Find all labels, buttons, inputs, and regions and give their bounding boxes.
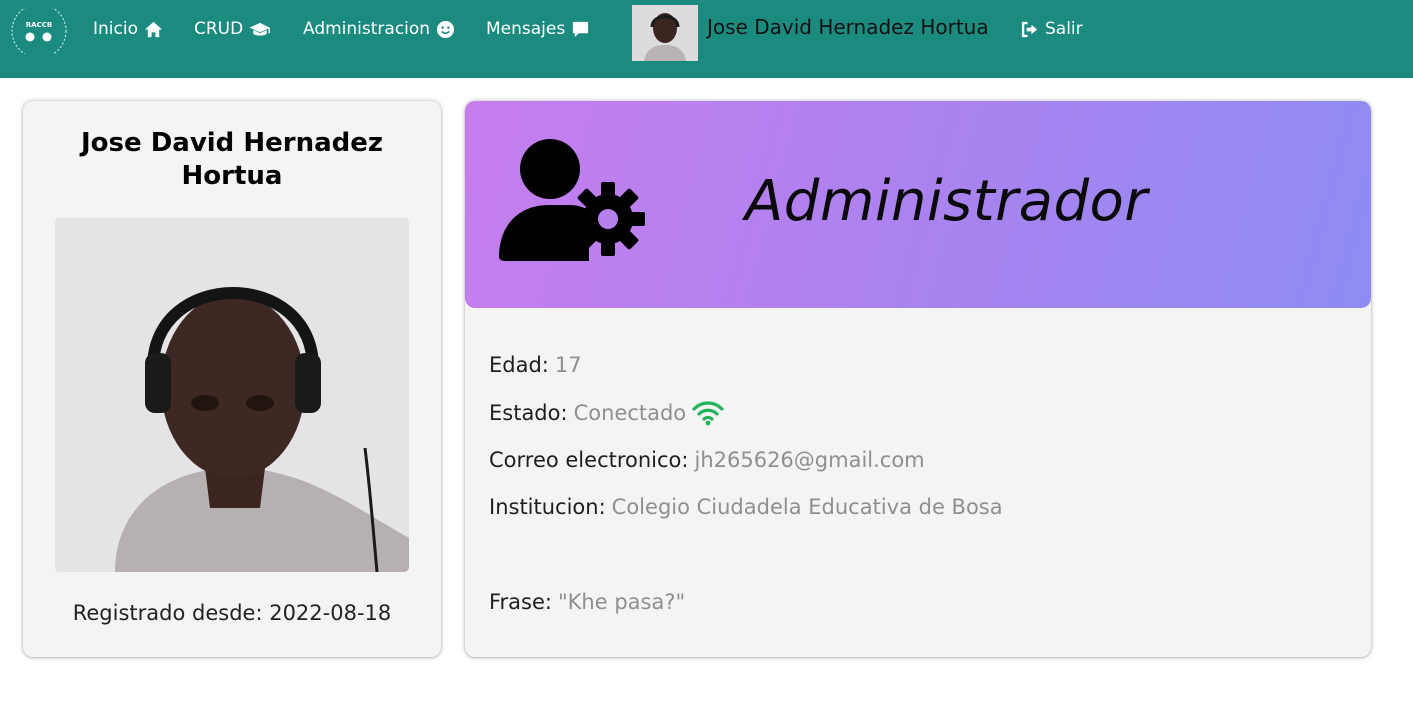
graduation-cap-icon [249, 22, 271, 36]
sign-out-icon [1021, 21, 1038, 37]
email-label: Correo electronico: [489, 448, 689, 472]
institution-label: Institucion: [489, 495, 606, 519]
age-value: 17 [554, 353, 582, 377]
smile-icon [437, 20, 455, 38]
logout-link[interactable]: Salir [1020, 17, 1083, 41]
role-title: Administrador [745, 169, 1148, 234]
registered-since: Registrado desde: 2022-08-18 [23, 601, 441, 625]
status-row: Estado: Conectado [489, 400, 724, 426]
wifi-icon [692, 401, 724, 426]
nav-mensajes-label: Mensajes [486, 19, 566, 39]
raccb-logo[interactable]: RACCB [10, 8, 68, 54]
registered-date: 2022-08-18 [269, 601, 392, 625]
nav-inicio-label: Inicio [93, 19, 138, 39]
profile-card: Jose David Hernadez Hortua Registrado de… [23, 101, 441, 657]
nav-username: Jose David Hernadez Hortua [707, 15, 989, 39]
profile-photo [55, 218, 409, 572]
phrase-value: "Khe pasa?" [558, 590, 686, 614]
svg-text:RACCB: RACCB [26, 21, 52, 29]
logout-label: Salir [1045, 19, 1083, 39]
phrase-row: Frase: "Khe pasa?" [489, 590, 685, 614]
institution-value: Colegio Ciudadela Educativa de Bosa [611, 495, 1003, 519]
phrase-label: Frase: [489, 590, 552, 614]
nav-administracion-label: Administracion [303, 19, 431, 39]
info-card: Administrador Edad: 17 Estado: Conectado… [465, 101, 1371, 657]
status-value: Conectado [573, 401, 687, 425]
user-photo-thumbnail [632, 5, 698, 61]
home-icon [144, 21, 163, 37]
profile-name: Jose David Hernadez Hortua [81, 128, 383, 191]
age-row: Edad: 17 [489, 353, 582, 377]
nav-crud[interactable]: CRUD [194, 17, 271, 41]
status-label: Estado: [489, 401, 568, 425]
nav-inicio[interactable]: Inicio [93, 17, 163, 41]
user-gear-icon [499, 139, 645, 261]
top-navbar: RACCB Inicio CRUD Administracion Mensaje… [0, 0, 1413, 78]
institution-row: Institucion: Colegio Ciudadela Educativa… [489, 495, 1003, 519]
nav-crud-label: CRUD [194, 19, 244, 39]
registered-label: Registrado desde: [72, 601, 263, 625]
nav-avatar[interactable] [632, 5, 698, 61]
nav-administracion[interactable]: Administracion [303, 17, 455, 41]
role-banner: Administrador [465, 101, 1371, 308]
email-row: Correo electronico: jh265626@gmail.com [489, 448, 925, 472]
nav-mensajes[interactable]: Mensajes [486, 17, 590, 41]
comment-icon [573, 21, 589, 37]
age-label: Edad: [489, 353, 549, 377]
email-value[interactable]: jh265626@gmail.com [694, 448, 924, 472]
user-photo [55, 218, 409, 572]
